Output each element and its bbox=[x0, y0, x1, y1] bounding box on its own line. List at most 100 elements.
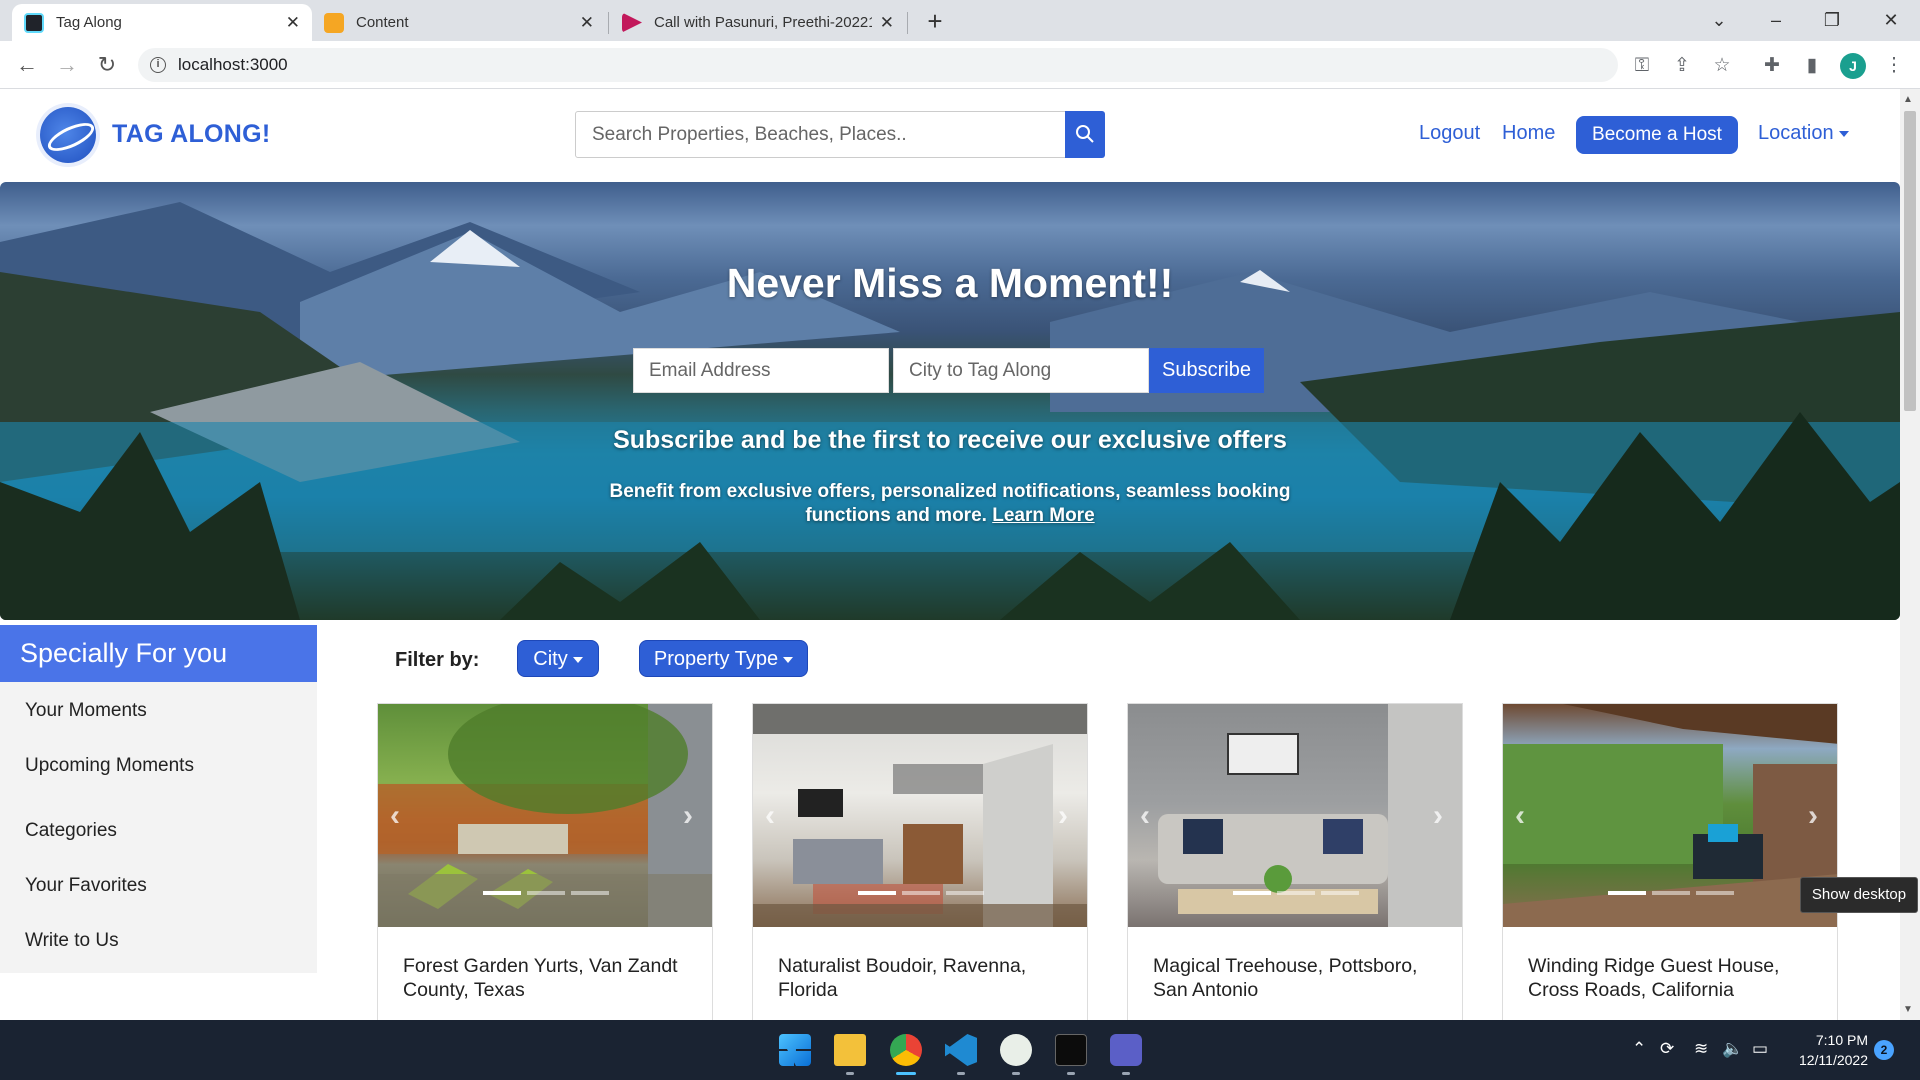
page: TAG ALONG! Logout Home Become a Host Loc… bbox=[0, 89, 1900, 1020]
chevron-left-icon[interactable]: ‹ bbox=[390, 799, 400, 833]
globe-logo-icon[interactable] bbox=[40, 107, 96, 163]
location-dropdown[interactable]: Location bbox=[1758, 122, 1849, 145]
search-input[interactable] bbox=[575, 111, 1066, 158]
extensions-icon[interactable]: ✚ bbox=[1758, 52, 1786, 80]
carousel-indicators[interactable] bbox=[378, 891, 712, 895]
search-button[interactable] bbox=[1065, 111, 1105, 158]
menu-icon[interactable]: ⋮ bbox=[1880, 52, 1908, 80]
windows-start-icon[interactable] bbox=[779, 1034, 811, 1066]
chevron-up-icon[interactable]: ⌃ bbox=[1632, 1039, 1646, 1059]
city-filter-label: City bbox=[533, 648, 568, 670]
caret-down-icon bbox=[1838, 130, 1849, 137]
tab-content[interactable]: Content ✕ bbox=[312, 4, 606, 41]
clock-date: 12/11/2022 bbox=[1798, 1052, 1868, 1068]
volume-icon[interactable]: 🔈 bbox=[1722, 1039, 1743, 1059]
chrome-icon[interactable] bbox=[890, 1034, 922, 1066]
running-indicator bbox=[957, 1072, 965, 1075]
tab-call[interactable]: Call with Pasunuri, Preethi-20221 ✕ bbox=[610, 4, 906, 41]
restore-button[interactable]: ❐ bbox=[1817, 6, 1847, 34]
sidebar-item-your-favorites[interactable]: Your Favorites bbox=[25, 875, 147, 897]
close-tab-icon[interactable]: ✕ bbox=[286, 13, 300, 33]
hero-banner: Never Miss a Moment!! Subscribe Subscrib… bbox=[0, 182, 1900, 620]
listing-image-carousel[interactable]: ‹ › bbox=[1503, 704, 1837, 927]
notification-badge[interactable]: 2 bbox=[1874, 1040, 1894, 1060]
sidebar-item-your-moments[interactable]: Your Moments bbox=[25, 700, 147, 722]
show-desktop-tooltip: Show desktop bbox=[1800, 877, 1918, 913]
chevron-right-icon[interactable]: › bbox=[1058, 799, 1068, 833]
location-label: Location bbox=[1758, 122, 1834, 144]
close-tab-icon[interactable]: ✕ bbox=[880, 13, 894, 33]
property-type-dropdown[interactable]: Property Type bbox=[639, 640, 808, 677]
chevron-left-icon[interactable]: ‹ bbox=[765, 799, 775, 833]
profile-avatar[interactable]: J bbox=[1840, 53, 1866, 79]
hero-description: Benefit from exclusive offers, personali… bbox=[590, 480, 1310, 528]
home-link[interactable]: Home bbox=[1502, 122, 1555, 145]
listing-title[interactable]: Winding Ridge Guest House, Cross Roads, … bbox=[1528, 954, 1828, 1002]
new-tab-button[interactable]: + bbox=[922, 6, 948, 36]
stream-icon bbox=[622, 12, 642, 33]
logout-link[interactable]: Logout bbox=[1419, 122, 1480, 145]
sidebar-item-categories[interactable]: Categories bbox=[25, 820, 117, 842]
close-window-button[interactable]: ✕ bbox=[1876, 6, 1906, 34]
listing-title[interactable]: Forest Garden Yurts, Van Zandt County, T… bbox=[403, 954, 703, 1002]
vscode-icon[interactable] bbox=[945, 1034, 977, 1066]
chevron-left-icon[interactable]: ‹ bbox=[1515, 799, 1525, 833]
running-indicator bbox=[1012, 1072, 1020, 1075]
scrollbar-thumb[interactable] bbox=[1904, 111, 1916, 411]
city-field[interactable] bbox=[893, 348, 1149, 393]
tab-search-icon[interactable]: ⌄ bbox=[1704, 6, 1734, 34]
key-icon[interactable]: ⚿ bbox=[1628, 52, 1656, 80]
carousel-indicators[interactable] bbox=[753, 891, 1087, 895]
teams-icon[interactable] bbox=[1110, 1034, 1142, 1066]
listing-title[interactable]: Magical Treehouse, Pottsboro, San Antoni… bbox=[1153, 954, 1453, 1002]
listing-card[interactable]: ‹ › Magical Treehouse, Pottsboro, San An… bbox=[1127, 703, 1463, 1020]
scroll-up-icon[interactable]: ▲ bbox=[1903, 94, 1913, 105]
terminal-icon[interactable] bbox=[1055, 1034, 1087, 1066]
mongodb-compass-icon[interactable] bbox=[1000, 1034, 1032, 1066]
learn-more-link[interactable]: Learn More bbox=[992, 505, 1094, 526]
tab-tag-along[interactable]: Tag Along ✕ bbox=[12, 4, 312, 41]
email-field[interactable] bbox=[633, 348, 889, 393]
city-filter-dropdown[interactable]: City bbox=[517, 640, 599, 677]
listing-image-carousel[interactable]: ‹ › bbox=[1128, 704, 1462, 927]
listing-image-carousel[interactable]: ‹ › bbox=[753, 704, 1087, 927]
reload-icon[interactable]: ↻ bbox=[92, 50, 122, 80]
listing-title[interactable]: Naturalist Boudoir, Ravenna, Florida bbox=[778, 954, 1078, 1002]
caret-down-icon bbox=[572, 656, 583, 663]
star-icon[interactable]: ☆ bbox=[1708, 52, 1736, 80]
scroll-down-icon[interactable]: ▼ bbox=[1903, 1004, 1913, 1015]
carousel-indicators[interactable] bbox=[1128, 891, 1462, 895]
browser-tab-strip: Tag Along ✕ Content ✕ Call with Pasunuri… bbox=[0, 0, 1920, 41]
chevron-right-icon[interactable]: › bbox=[1433, 799, 1443, 833]
share-icon[interactable]: ⇪ bbox=[1668, 52, 1696, 80]
chevron-right-icon[interactable]: › bbox=[683, 799, 693, 833]
tab-divider bbox=[907, 12, 908, 34]
listing-card[interactable]: ‹ › Winding Ridge Guest House, Cross Roa… bbox=[1502, 703, 1838, 1020]
property-type-label: Property Type bbox=[653, 648, 779, 670]
listing-image-carousel[interactable]: ‹ › bbox=[378, 704, 712, 927]
mountain-lake-image bbox=[0, 202, 1900, 620]
carousel-indicators[interactable] bbox=[1503, 891, 1837, 895]
info-icon[interactable]: i bbox=[150, 57, 166, 73]
sidebar-item-write-to-us[interactable]: Write to Us bbox=[25, 930, 119, 952]
listing-card[interactable]: ‹ › Naturalist Boudoir, Ravenna, Florida bbox=[752, 703, 1088, 1020]
side-panel-icon[interactable]: ▮ bbox=[1798, 52, 1826, 80]
back-icon[interactable]: ← bbox=[12, 50, 42, 80]
search-icon bbox=[1076, 125, 1094, 143]
battery-icon[interactable]: ▭ bbox=[1752, 1039, 1768, 1059]
system-clock[interactable]: 7:10 PM 12/11/2022 bbox=[1786, 1030, 1868, 1070]
chevron-right-icon[interactable]: › bbox=[1808, 799, 1818, 833]
file-explorer-icon[interactable] bbox=[834, 1034, 866, 1066]
close-tab-icon[interactable]: ✕ bbox=[580, 13, 594, 33]
subscribe-button[interactable]: Subscribe bbox=[1149, 348, 1264, 393]
wifi-icon[interactable]: ≋ bbox=[1694, 1039, 1708, 1059]
sync-icon[interactable]: ⟳ bbox=[1660, 1039, 1674, 1059]
minimize-button[interactable]: – bbox=[1761, 6, 1791, 34]
forward-icon[interactable]: → bbox=[52, 50, 82, 80]
chevron-left-icon[interactable]: ‹ bbox=[1140, 799, 1150, 833]
address-bar[interactable]: i localhost:3000 bbox=[138, 48, 1618, 82]
become-host-button[interactable]: Become a Host bbox=[1576, 116, 1738, 154]
sidebar-item-upcoming-moments[interactable]: Upcoming Moments bbox=[25, 755, 194, 777]
listing-card[interactable]: ‹ › Forest Garden Yurts, Van Zandt Count… bbox=[377, 703, 713, 1020]
brand-name[interactable]: TAG ALONG! bbox=[112, 120, 271, 149]
